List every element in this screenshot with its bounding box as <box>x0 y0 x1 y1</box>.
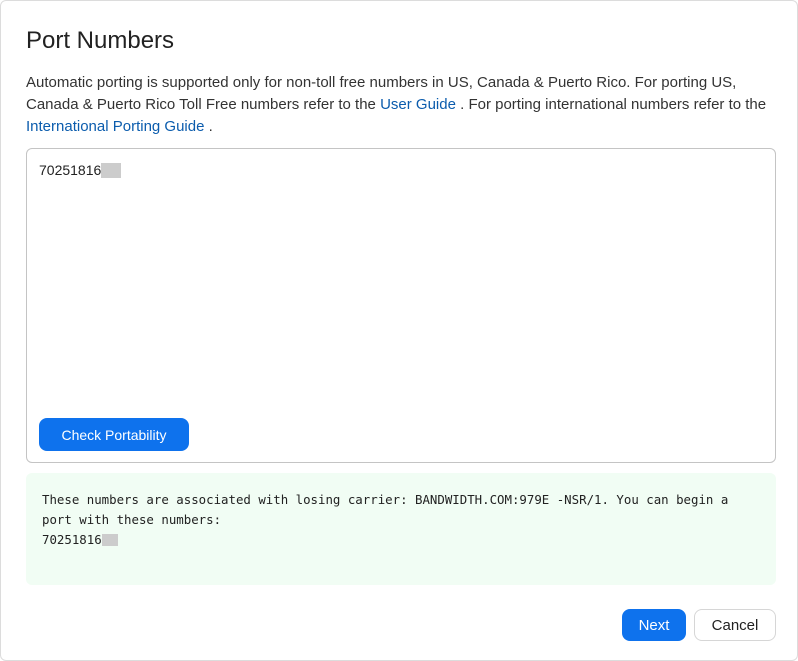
user-guide-link[interactable]: User Guide <box>380 96 456 113</box>
result-message: These numbers are associated with losing… <box>42 492 729 527</box>
intro-text-3: . <box>204 118 213 135</box>
numbers-input-value: 70251816 <box>39 162 122 178</box>
port-numbers-dialog: Port Numbers Automatic porting is suppor… <box>0 0 798 661</box>
intro-paragraph: Automatic porting is supported only for … <box>26 72 778 138</box>
result-text: These numbers are associated with losing… <box>42 490 757 550</box>
result-number-row: 70251816 <box>42 530 757 550</box>
next-button[interactable]: Next <box>622 609 686 641</box>
portability-result-panel: These numbers are associated with losing… <box>26 473 776 585</box>
redacted-digits <box>101 534 118 546</box>
result-number: 70251816 <box>42 532 102 547</box>
cancel-button[interactable]: Cancel <box>694 609 776 641</box>
check-portability-button[interactable]: Check Portability <box>39 418 189 451</box>
entered-number: 70251816 <box>39 162 102 178</box>
redacted-digits <box>101 162 122 178</box>
intro-text-2: . For porting international numbers refe… <box>455 96 767 113</box>
international-porting-guide-link[interactable]: International Porting Guide <box>26 118 204 135</box>
dialog-title: Port Numbers <box>26 27 175 54</box>
numbers-textarea[interactable]: 70251816 Check Portability <box>26 148 776 463</box>
